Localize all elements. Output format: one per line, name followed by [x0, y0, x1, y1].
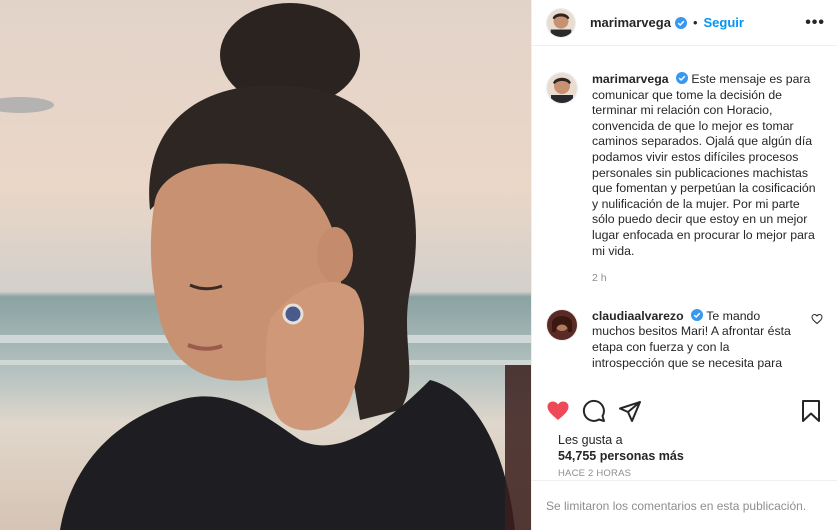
post-timestamp[interactable]: HACE 2 HORAS	[558, 468, 631, 479]
comments-limited-notice: Se limitaron los comentarios en esta pub…	[532, 480, 837, 530]
follow-button[interactable]: Seguir	[704, 15, 744, 30]
separator-dot: •	[692, 15, 698, 30]
action-bar	[546, 396, 823, 426]
caption: marimarvega Este mensaje es para comunic…	[546, 72, 823, 287]
caption-avatar[interactable]	[546, 72, 578, 104]
post-header: marimarvega • Seguir •••	[532, 0, 837, 46]
post-photo[interactable]	[0, 0, 531, 530]
comment-username[interactable]: claudiaalvarezo	[592, 309, 684, 323]
bookmark-icon[interactable]	[799, 399, 823, 423]
likes-label: Les gusta a	[558, 433, 623, 447]
avatar[interactable]	[546, 7, 576, 38]
likes-count[interactable]: 54,755 personas más	[558, 448, 684, 464]
like-icon[interactable]	[546, 399, 570, 423]
caption-body: marimarvega Este mensaje es para comunic…	[592, 72, 823, 287]
header-username[interactable]: marimarvega	[590, 15, 671, 30]
share-icon[interactable]	[618, 399, 642, 423]
likes-summary: Les gusta a 54,755 personas más	[558, 432, 684, 464]
comment-avatar[interactable]	[546, 308, 578, 341]
caption-time[interactable]: 2 h	[592, 271, 823, 287]
comment-icon[interactable]	[582, 399, 606, 423]
comment-like-icon[interactable]	[811, 313, 823, 325]
verified-badge-icon	[691, 308, 704, 321]
beach-portrait-image	[0, 0, 531, 530]
caption-text: Este mensaje es para comunicar que tome …	[592, 72, 816, 258]
verified-badge-icon	[674, 16, 687, 29]
comments-section[interactable]: marimarvega Este mensaje es para comunic…	[532, 60, 837, 390]
comment-body: claudiaalvarezo Te mando muchos besitos …	[592, 308, 801, 371]
instagram-post: marimarvega • Seguir ••• marimarvega Est…	[0, 0, 837, 530]
post-sidebar: marimarvega • Seguir ••• marimarvega Est…	[531, 0, 837, 530]
caption-username[interactable]: marimarvega	[592, 72, 669, 86]
comment: claudiaalvarezo Te mando muchos besitos …	[546, 308, 823, 371]
verified-badge-icon	[675, 72, 688, 84]
more-options-icon[interactable]: •••	[805, 14, 825, 32]
